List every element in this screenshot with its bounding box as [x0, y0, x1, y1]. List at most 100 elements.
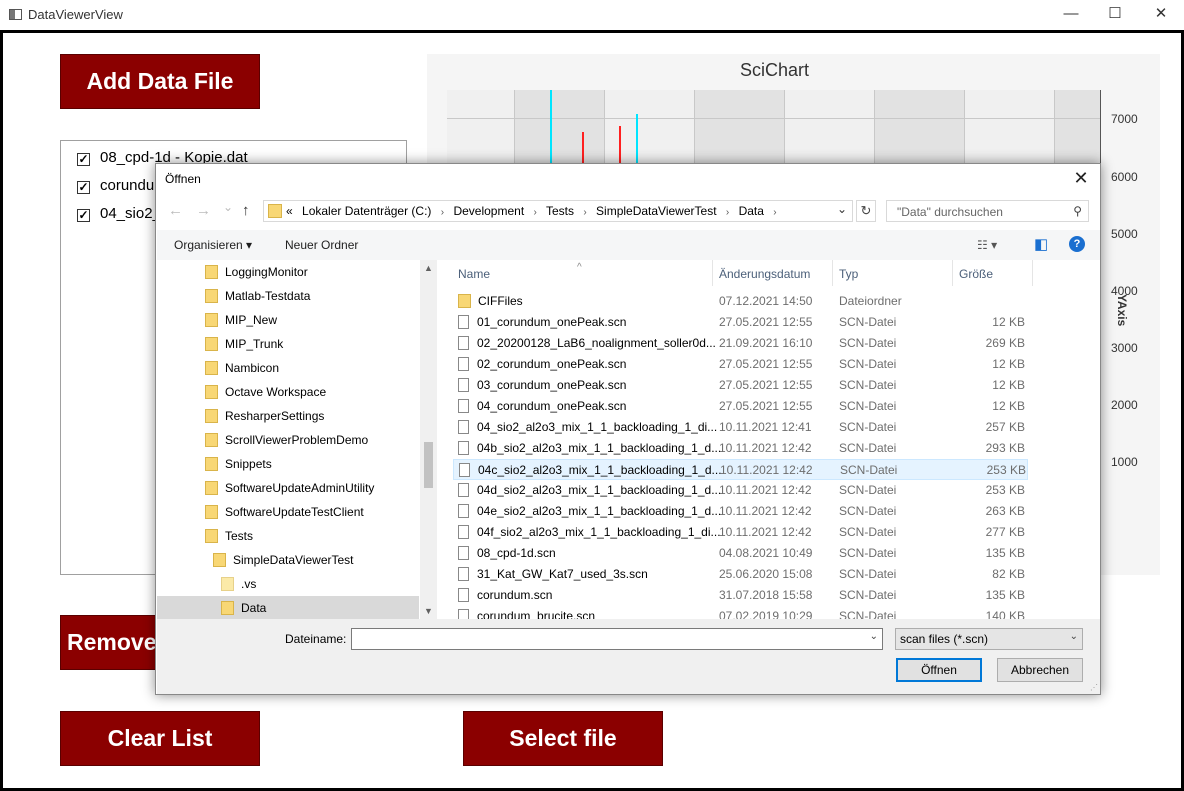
tree-item[interactable]: Tests [205, 524, 253, 548]
recent-locations-icon[interactable]: ⌄ [223, 200, 233, 214]
forward-arrow-icon[interactable]: → [196, 202, 211, 219]
tree-item[interactable]: LoggingMonitor [205, 260, 308, 284]
tree-item[interactable]: Matlab-Testdata [205, 284, 310, 308]
list-item[interactable]: ✓ corundu [77, 177, 154, 197]
file-row[interactable]: 31_Kat_GW_Kat7_used_3s.scn 25.06.2020 15:… [453, 564, 1028, 585]
tree-item[interactable]: SoftwareUpdateAdminUtility [205, 476, 374, 500]
file-name: CIFFiles [478, 294, 523, 308]
file-row[interactable]: 02_corundum_onePeak.scn 27.05.2021 12:55 S… [453, 354, 1028, 375]
tree-item[interactable]: MIP_Trunk [205, 332, 283, 356]
open-button[interactable]: Öffnen [896, 658, 982, 682]
file-row[interactable]: CIFFiles 07.12.2021 14:50 Dateiordner [453, 291, 1028, 312]
breadcrumb-overflow[interactable]: « [286, 204, 293, 218]
navigation-tree: LoggingMonitor Matlab-Testdata MIP_New M… [157, 260, 437, 619]
minimize-button[interactable]: — [1048, 0, 1094, 30]
checkbox[interactable]: ✓ [77, 181, 90, 194]
breadcrumb: « Lokaler Datenträger (C:) › Development… [286, 204, 783, 218]
breadcrumb-item[interactable]: SimpleDataViewerTest [596, 204, 717, 218]
file-date: 10.11.2021 12:42 [720, 463, 813, 477]
file-row[interactable]: 04b_sio2_al2o3_mix_1_1_backloading_1_d..… [453, 438, 1028, 459]
file-icon [459, 463, 470, 477]
column-separator[interactable] [1032, 260, 1033, 286]
breadcrumb-item[interactable]: Lokaler Datenträger (C:) [302, 204, 431, 218]
column-header-size[interactable]: Größe [959, 260, 993, 288]
column-separator[interactable] [832, 260, 833, 286]
maximize-button[interactable]: ☐ [1092, 0, 1138, 30]
close-button[interactable]: ✕ [1138, 0, 1184, 30]
file-row[interactable]: 04c_sio2_al2o3_mix_1_1_backloading_1_d..… [453, 459, 1028, 480]
file-row[interactable]: 02_20200128_LaB6_noalignment_soller0d...… [453, 333, 1028, 354]
select-file-button[interactable]: Select file [463, 711, 663, 766]
tree-item[interactable]: ResharperSettings [205, 404, 324, 428]
organize-menu[interactable]: Organisieren ▾ [174, 238, 252, 252]
column-header-type[interactable]: Typ [839, 260, 858, 288]
up-arrow-icon[interactable]: ↑ [242, 202, 250, 219]
file-name: 04b_sio2_al2o3_mix_1_1_backloading_1_d..… [477, 441, 722, 455]
scroll-down-icon[interactable]: ▼ [420, 603, 437, 619]
tree-item[interactable]: Snippets [205, 452, 272, 476]
column-separator[interactable] [952, 260, 953, 286]
file-row[interactable]: 04e_sio2_al2o3_mix_1_1_backloading_1_d..… [453, 501, 1028, 522]
address-dropdown-icon[interactable]: ⌄ [837, 202, 847, 216]
folder-icon [221, 601, 234, 615]
clear-list-button[interactable]: Clear List [60, 711, 260, 766]
folder-icon [268, 204, 282, 218]
file-date: 07.02.2019 10:29 [719, 609, 813, 619]
view-options-icon[interactable]: ☷ ▾ [977, 238, 997, 252]
file-row[interactable]: 04_sio2_al2o3_mix_1_1_backloading_1_di..… [453, 417, 1028, 438]
breadcrumb-item[interactable]: Development [453, 204, 524, 218]
filename-input[interactable]: ⌄ [351, 628, 883, 650]
file-row[interactable]: 04d_sio2_al2o3_mix_1_1_backloading_1_d..… [453, 480, 1028, 501]
tree-item[interactable]: SimpleDataViewerTest [213, 548, 354, 572]
resize-grip-icon[interactable]: ⋰ [1090, 683, 1098, 692]
tree-item[interactable]: MIP_New [205, 308, 277, 332]
refresh-icon[interactable]: ↻ [856, 200, 876, 222]
file-name: 04d_sio2_al2o3_mix_1_1_backloading_1_d..… [477, 483, 722, 497]
file-type: SCN-Datei [839, 315, 897, 329]
list-item[interactable]: ✓ 04_sio2_ [77, 205, 161, 225]
file-type-filter[interactable]: scan files (*.scn) ⌄ [895, 628, 1083, 650]
tree-scrollbar[interactable]: ▲ ▼ [420, 260, 437, 619]
back-arrow-icon[interactable]: ← [168, 202, 183, 219]
filename-label: Dateiname: [285, 632, 347, 646]
tree-item[interactable]: SoftwareUpdateTestClient [205, 500, 364, 524]
file-row[interactable]: 04_corundum_onePeak.scn 27.05.2021 12:55 S… [453, 396, 1028, 417]
tree-item[interactable]: ScrollViewerProblemDemo [205, 428, 368, 452]
folder-icon [458, 294, 471, 308]
tree-item[interactable]: Nambicon [205, 356, 279, 380]
checkbox[interactable]: ✓ [77, 153, 90, 166]
tree-item[interactable]: Octave Workspace [205, 380, 326, 404]
breadcrumb-item[interactable]: Tests [546, 204, 574, 218]
add-data-file-button[interactable]: Add Data File [60, 54, 260, 109]
file-type: SCN-Datei [840, 463, 898, 477]
column-header-name[interactable]: Name [458, 260, 490, 288]
preview-pane-icon[interactable]: ◧ [1034, 235, 1048, 253]
tree-item-label: MIP_Trunk [225, 337, 284, 351]
breadcrumb-item[interactable]: Data [739, 204, 764, 218]
file-row[interactable]: corundum_brucite.scn 07.02.2019 10:29 SCN-… [453, 606, 1028, 619]
file-row[interactable]: 01_corundum_onePeak.scn 27.05.2021 12:55 S… [453, 312, 1028, 333]
folder-icon [205, 481, 218, 495]
scroll-up-icon[interactable]: ▲ [420, 260, 437, 276]
new-folder-button[interactable]: Neuer Ordner [285, 238, 358, 252]
file-row[interactable]: 03_corundum_onePeak.scn 27.05.2021 12:55 S… [453, 375, 1028, 396]
column-separator[interactable] [712, 260, 713, 286]
file-type: SCN-Datei [839, 441, 897, 455]
dialog-close-button[interactable]: ✕ [1068, 167, 1094, 191]
help-icon[interactable]: ? [1069, 236, 1085, 252]
cancel-button[interactable]: Abbrechen [997, 658, 1083, 682]
tree-item-selected[interactable]: Data [157, 596, 419, 619]
file-row[interactable]: 04f_sio2_al2o3_mix_1_1_backloading_1_di.… [453, 522, 1028, 543]
chevron-down-icon[interactable]: ⌄ [870, 631, 878, 642]
checkbox[interactable]: ✓ [77, 209, 90, 222]
file-row[interactable]: 08_cpd-1d.scn 04.08.2021 10:49 SCN-Datei 13… [453, 543, 1028, 564]
search-input[interactable]: "Data" durchsuchen ⚲ [886, 200, 1089, 222]
y-tick-label: 6000 [1111, 170, 1138, 184]
tree-item[interactable]: .vs [221, 572, 256, 596]
folder-icon [213, 553, 226, 567]
address-bar[interactable]: « Lokaler Datenträger (C:) › Development… [263, 200, 853, 222]
folder-icon [205, 313, 218, 327]
scrollbar-thumb[interactable] [424, 442, 433, 488]
file-row[interactable]: corundum.scn 31.07.2018 15:58 SCN-Datei 135… [453, 585, 1028, 606]
column-header-date[interactable]: Änderungsdatum [719, 260, 810, 288]
